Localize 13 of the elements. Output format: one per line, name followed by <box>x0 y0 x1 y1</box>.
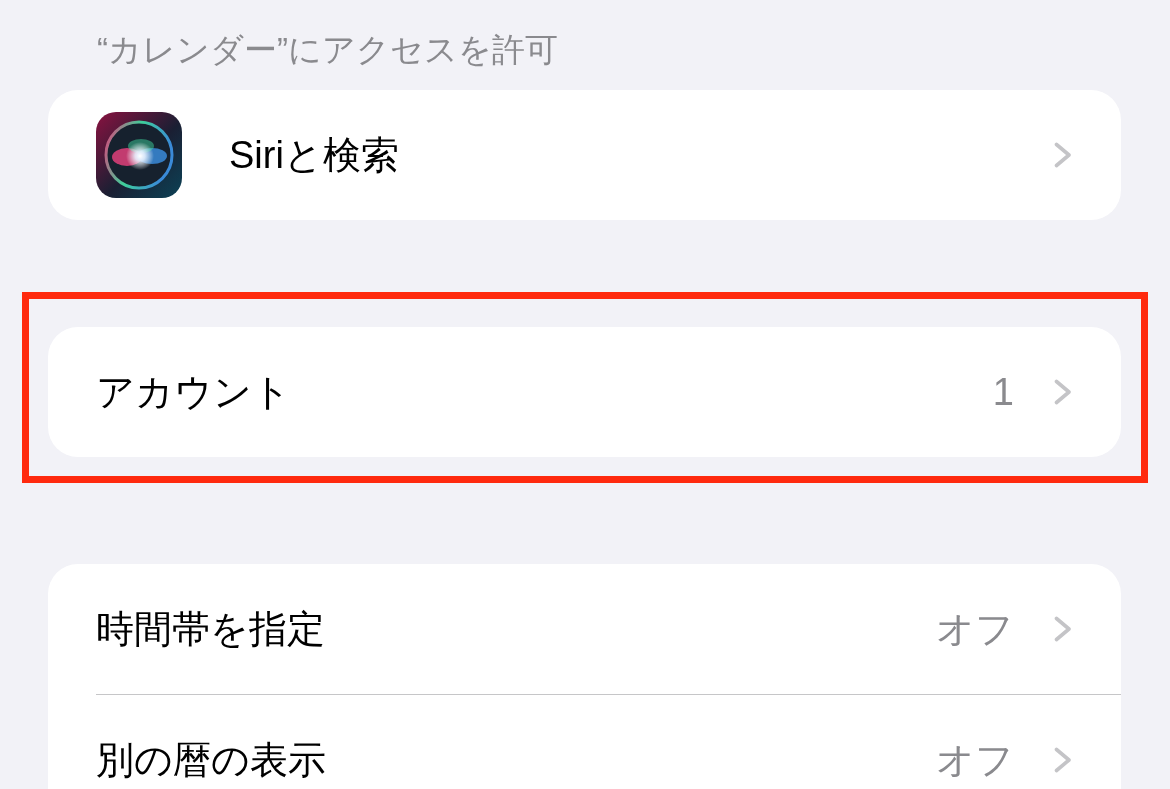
chevron-right-icon <box>1054 142 1072 168</box>
section-header: “カレンダー”にアクセスを許可 <box>97 30 558 70</box>
row-label[interactable]: 別の暦の表示 <box>96 734 326 786</box>
orb-app-icon <box>96 112 182 198</box>
row-value: 1 <box>992 370 1014 414</box>
row-label[interactable]: Siriと検索 <box>229 129 399 181</box>
chevron-right-icon <box>1054 616 1072 642</box>
row-value: オフ <box>936 606 1014 652</box>
row-label[interactable]: アカウント <box>96 366 291 418</box>
chevron-right-icon <box>1054 747 1072 773</box>
row-label[interactable]: 時間帯を指定 <box>96 603 325 655</box>
row-value: オフ <box>936 737 1014 783</box>
chevron-right-icon <box>1054 379 1072 405</box>
